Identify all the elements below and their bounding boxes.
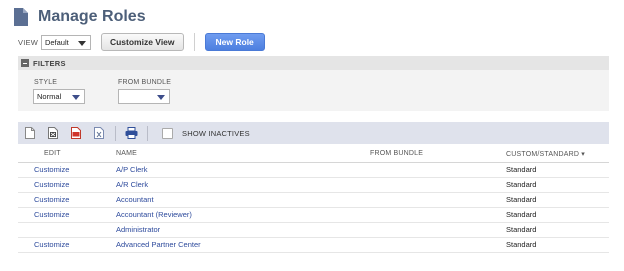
roles-table: EDIT NAME FROM BUNDLE CUSTOM/STANDARD ▾ … bbox=[18, 146, 609, 253]
toolbar-divider bbox=[115, 125, 116, 141]
column-header-name[interactable]: NAME bbox=[116, 146, 370, 163]
customize-view-button[interactable]: Customize View bbox=[100, 33, 184, 51]
chevron-down-icon bbox=[72, 95, 80, 100]
custom-standard-cell: Standard bbox=[506, 222, 609, 238]
list-toolbar: SHOW INACTIVES bbox=[18, 122, 609, 144]
role-name-link[interactable]: Accountant bbox=[116, 192, 370, 208]
style-select-value: Normal bbox=[37, 92, 62, 101]
from-bundle-cell bbox=[370, 222, 506, 238]
from-bundle-select[interactable] bbox=[118, 89, 170, 104]
customize-link bbox=[18, 222, 116, 238]
column-header-custom-standard[interactable]: CUSTOM/STANDARD ▾ bbox=[506, 146, 609, 163]
view-toolbar: VIEW Default Customize View New Role bbox=[18, 33, 265, 51]
style-select[interactable]: Normal bbox=[33, 89, 85, 104]
filters-title: FILTERS bbox=[33, 58, 66, 68]
new-document-icon[interactable] bbox=[21, 125, 39, 141]
from-bundle-cell bbox=[370, 237, 506, 253]
column-header-edit: EDIT bbox=[18, 146, 116, 163]
table-row: Administrator Standard bbox=[18, 222, 609, 238]
customize-link[interactable]: Customize bbox=[18, 207, 116, 223]
new-role-button[interactable]: New Role bbox=[204, 33, 265, 51]
collapse-icon[interactable] bbox=[21, 59, 29, 67]
from-bundle-cell bbox=[370, 192, 506, 208]
print-icon[interactable] bbox=[122, 125, 140, 141]
table-row: Customize Advanced Partner Center Standa… bbox=[18, 237, 609, 253]
toolbar-divider bbox=[147, 125, 148, 141]
document-icon bbox=[14, 8, 28, 26]
custom-standard-cell: Standard bbox=[506, 237, 609, 253]
filters-panel: FILTERS STYLE FROM BUNDLE Normal bbox=[18, 56, 609, 111]
chevron-down-icon bbox=[157, 95, 165, 100]
customize-link[interactable]: Customize bbox=[18, 162, 116, 178]
export-pdf-icon[interactable] bbox=[67, 125, 85, 141]
column-header-from-bundle[interactable]: FROM BUNDLE bbox=[370, 146, 506, 163]
show-inactives-checkbox[interactable] bbox=[162, 127, 173, 139]
from-bundle-cell bbox=[370, 162, 506, 178]
page-header: Manage Roles bbox=[14, 6, 146, 28]
toolbar-divider bbox=[193, 33, 195, 51]
role-name-link[interactable]: A/R Clerk bbox=[116, 177, 370, 193]
from-bundle-cell bbox=[370, 177, 506, 193]
style-label: STYLE bbox=[34, 79, 58, 86]
role-name-link[interactable]: Accountant (Reviewer) bbox=[116, 207, 370, 223]
chevron-down-icon bbox=[77, 40, 86, 46]
view-label: VIEW bbox=[18, 37, 38, 47]
view-select[interactable]: Default bbox=[40, 34, 91, 50]
export-csv-icon[interactable] bbox=[44, 125, 62, 141]
customize-link[interactable]: Customize bbox=[18, 237, 116, 253]
table-row: Customize A/R Clerk Standard bbox=[18, 177, 609, 193]
show-inactives-label: SHOW INACTIVES bbox=[182, 128, 250, 138]
from-bundle-cell bbox=[370, 207, 506, 223]
export-excel-icon[interactable] bbox=[90, 125, 108, 141]
table-row: Customize Accountant Standard bbox=[18, 192, 609, 208]
filters-header[interactable]: FILTERS bbox=[18, 56, 609, 70]
custom-standard-cell: Standard bbox=[506, 162, 609, 178]
page-title: Manage Roles bbox=[38, 8, 146, 25]
custom-standard-cell: Standard bbox=[506, 192, 609, 208]
from-bundle-label: FROM BUNDLE bbox=[118, 79, 172, 86]
customize-link[interactable]: Customize bbox=[18, 192, 116, 208]
view-select-value: Default bbox=[44, 37, 69, 47]
role-name-link[interactable]: Advanced Partner Center bbox=[116, 237, 370, 253]
custom-standard-cell: Standard bbox=[506, 177, 609, 193]
table-row: Customize Accountant (Reviewer) Standard bbox=[18, 207, 609, 223]
table-header-row: EDIT NAME FROM BUNDLE CUSTOM/STANDARD ▾ bbox=[18, 146, 609, 163]
role-name-link[interactable]: Administrator bbox=[116, 222, 370, 238]
role-name-link[interactable]: A/P Clerk bbox=[116, 162, 370, 178]
table-row: Customize A/P Clerk Standard bbox=[18, 162, 609, 178]
customize-link[interactable]: Customize bbox=[18, 177, 116, 193]
custom-standard-cell: Standard bbox=[506, 207, 609, 223]
